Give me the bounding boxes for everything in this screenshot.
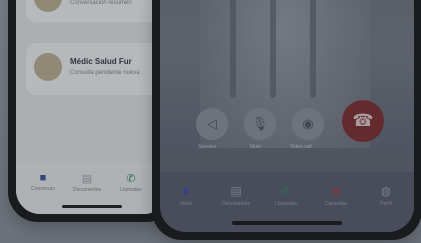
tab-label: Llamadas — [275, 201, 297, 207]
doctor-video-feed: ◁ Speaker 🎙 Mute ◉ Video call ☎ — [160, 0, 414, 156]
end-call-button[interactable]: ☎ — [342, 100, 384, 142]
document-icon: ▤ — [230, 184, 242, 198]
tab-label: Conversas — [31, 186, 55, 192]
profile-icon: ◍ — [380, 184, 392, 198]
stethoscope-shape — [270, 0, 276, 98]
speaker-icon: ◁ — [207, 116, 217, 131]
chat-subtitle: Conversación resumen — [70, 0, 132, 6]
chat-icon: ● — [332, 184, 340, 198]
avatar — [34, 0, 62, 12]
speaker-button[interactable]: ◁ — [196, 108, 228, 140]
tab-profile[interactable]: ◍ Perfil — [364, 184, 408, 207]
chat-icon: ■ — [39, 172, 47, 184]
background: Conversación resumen Médic Salud Fur Con… — [0, 0, 421, 243]
home-icon: ■ — [182, 184, 190, 198]
avatar — [34, 53, 62, 81]
tab-label: Documentos — [72, 187, 102, 193]
tab-consultations[interactable]: ● Consultas — [314, 184, 358, 207]
tab-conversations[interactable]: ■ Conversas — [28, 172, 58, 192]
speaker-label: Speaker — [198, 144, 217, 150]
home-indicator — [62, 205, 122, 208]
mute-button[interactable]: 🎙 — [244, 108, 276, 140]
tab-label: Llamadas — [120, 187, 142, 193]
tab-label: Inicio — [180, 201, 192, 207]
microphone-icon: 🎙 — [251, 116, 269, 131]
home-indicator — [232, 221, 342, 225]
tab-documents[interactable]: ▤ Documentos — [214, 184, 258, 207]
document-icon: ▤ — [81, 173, 93, 185]
tab-label: Perfil — [380, 201, 392, 207]
phone-icon: ✆ — [126, 173, 136, 185]
stethoscope-shape — [230, 0, 236, 98]
tab-label: Documentos — [221, 201, 251, 207]
video-label: Video call — [290, 144, 312, 150]
video-call-screen: ◁ Speaker 🎙 Mute ◉ Video call ☎ ■ Inicio… — [160, 0, 414, 232]
tab-home[interactable]: ■ Inicio — [164, 184, 208, 207]
phone-left: Conversación resumen Médic Salud Fur Con… — [8, 0, 176, 222]
tab-documents[interactable]: ▤ Documentos — [72, 172, 102, 193]
end-call-icon: ☎ — [352, 111, 374, 130]
phone-icon: ✆ — [280, 184, 292, 198]
video-icon: ◉ — [302, 116, 314, 131]
mute-label: Mute — [250, 144, 262, 150]
chat-list-screen: Conversación resumen Médic Salud Fur Con… — [16, 0, 168, 214]
tab-calls[interactable]: ✆ Llamadas — [116, 172, 146, 193]
stethoscope-shape — [310, 0, 316, 98]
chat-subtitle: Consulta pendiente nueva — [70, 70, 140, 76]
video-toggle-button[interactable]: ◉ — [292, 108, 324, 140]
chat-list-item[interactable]: Médic Salud Fur Consulta pendiente nueva — [26, 43, 168, 95]
chat-name: Médic Salud Fur — [70, 57, 132, 66]
chat-list-item[interactable]: Conversación resumen — [26, 0, 168, 22]
tab-calls[interactable]: ✆ Llamadas — [264, 184, 308, 207]
tab-label: Consultas — [324, 201, 348, 207]
phone-right: ◁ Speaker 🎙 Mute ◉ Video call ☎ ■ Inicio… — [152, 0, 421, 240]
